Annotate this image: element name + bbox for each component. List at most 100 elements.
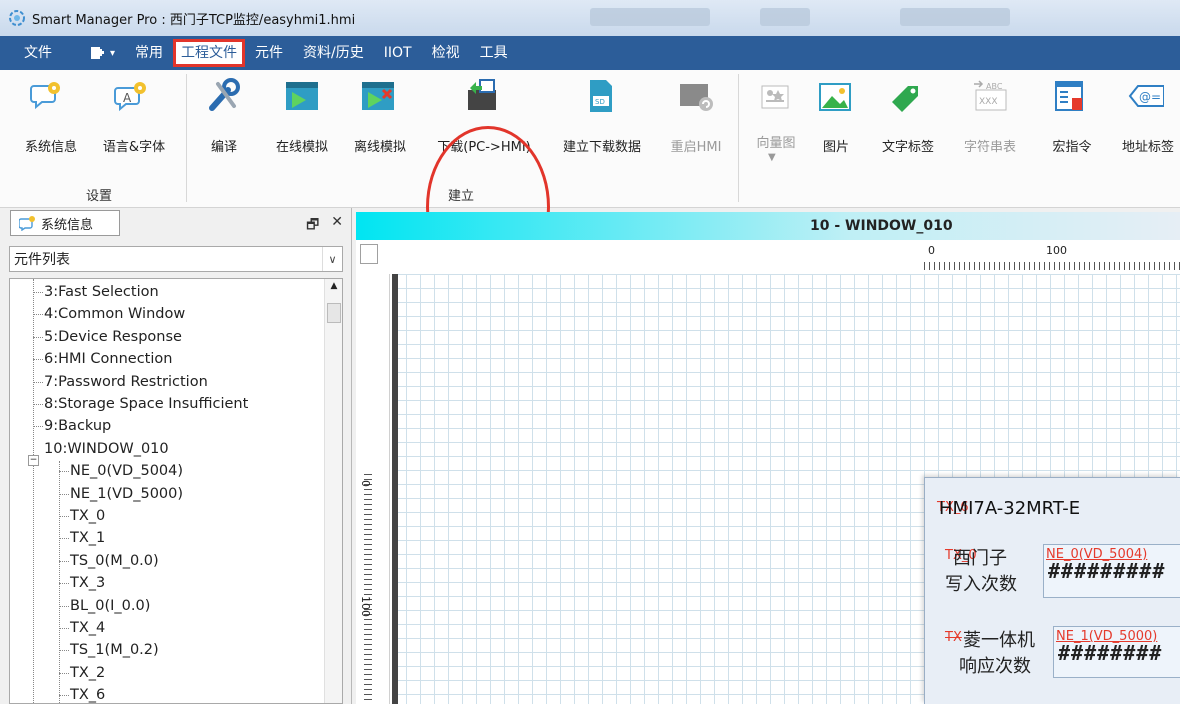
macro-icon	[1055, 81, 1083, 111]
macro-label: 宏指令	[1052, 140, 1092, 155]
sysinfo-button[interactable]	[28, 76, 68, 116]
model-label[interactable]: HMI7A-32MRT-E	[939, 498, 1080, 519]
group-setup-label: 设置	[86, 189, 113, 204]
dropdown-icon[interactable]: ▾	[110, 48, 115, 59]
macro-button[interactable]	[1050, 76, 1090, 116]
offline-sim-button[interactable]	[358, 76, 398, 116]
hmi-window-preview[interactable]: TX_6 HMI7A-32MRT-E TX_0 西门子 写入次数 NE_0(VD…	[924, 477, 1180, 704]
collapse-icon[interactable]: −	[28, 455, 39, 466]
tree-item[interactable]: NE_1(VD_5000)	[59, 483, 183, 505]
panel-tab[interactable]: 系统信息	[10, 210, 120, 236]
language-font-icon: A	[114, 82, 146, 112]
element-list-select[interactable]: 元件列表 ∨	[9, 246, 343, 272]
string-table-button[interactable]: ABC XXX	[970, 76, 1010, 116]
download-button[interactable]	[462, 76, 502, 116]
tree-item[interactable]: TX_6	[59, 684, 106, 704]
menu-common[interactable]: 常用	[125, 39, 173, 67]
tree-item[interactable]: BL_0(I_0.0)	[59, 595, 150, 617]
new-file-icon[interactable]	[90, 46, 104, 60]
string-table-label: 字符串表	[963, 140, 1017, 155]
row2-label[interactable]: 响应次数	[959, 652, 1031, 678]
ruler-ticks	[924, 262, 1180, 270]
system-info-icon	[30, 82, 60, 110]
menu-view[interactable]: 检视	[422, 39, 470, 67]
group-separator	[738, 74, 739, 202]
text-tag-button[interactable]	[886, 76, 926, 116]
tree-item[interactable]: TS_1(M_0.2)	[59, 639, 159, 661]
scrollbar[interactable]: ▲	[324, 279, 342, 703]
tree-item-label: TX_6	[70, 687, 106, 704]
tree-item-label: 5:Device Response	[44, 328, 182, 345]
tree-item[interactable]: NE_0(VD_5004)	[59, 460, 183, 482]
tree-item-label: 3:Fast Selection	[44, 284, 159, 300]
tree-line	[59, 672, 69, 674]
chevron-down-icon[interactable]: ∨	[322, 247, 342, 271]
scroll-up-icon[interactable]: ▲	[326, 281, 342, 295]
tree-line	[33, 381, 43, 383]
tree-item[interactable]: 4:Common Window	[33, 303, 185, 325]
system-info-icon	[19, 216, 35, 231]
tree-line	[33, 314, 43, 316]
window-title-bar: 10 - WINDOW_010	[356, 212, 1180, 240]
close-icon[interactable]: ✕	[331, 214, 343, 238]
tree-item[interactable]: 9:Backup	[33, 415, 112, 437]
tree-line	[59, 695, 69, 697]
tree-item[interactable]: 5:Device Response	[33, 326, 182, 348]
reboot-hmi-button[interactable]	[676, 76, 716, 116]
text-object-overlay[interactable]: TX	[945, 630, 962, 645]
menu-elements[interactable]: 元件	[245, 39, 293, 67]
tree-item[interactable]: TX_0	[59, 505, 106, 527]
numeric-entry-response-count[interactable]: NE_1(VD_5000) ########	[1053, 626, 1180, 678]
compile-button[interactable]	[204, 76, 244, 116]
row1-label[interactable]: 写入次数	[945, 570, 1017, 596]
online-sim-label: 在线模拟	[275, 140, 329, 155]
title-bar: Smart Manager Pro : 西门子TCP监控/easyhmi1.hm…	[0, 0, 1180, 36]
blurred-region	[590, 8, 710, 26]
build-download-data-button[interactable]: SD	[580, 76, 620, 116]
tree-item[interactable]: 3:Fast Selection	[33, 281, 159, 303]
row2-label[interactable]: 菱一体机	[963, 626, 1035, 652]
tree-item[interactable]: TX_3	[59, 572, 105, 594]
quick-access[interactable]: ▾	[80, 46, 125, 60]
menu-data-history[interactable]: 资料/历史	[293, 39, 374, 67]
tree-line	[59, 516, 69, 517]
vector-button[interactable]	[756, 76, 796, 116]
tree-item-label: TX_0	[70, 508, 106, 524]
app-icon	[9, 10, 25, 26]
menu-iiot[interactable]: IIOT	[374, 39, 422, 67]
menu-tools[interactable]: 工具	[470, 39, 518, 67]
tree-item-label: TX_2	[70, 664, 106, 681]
row1-label[interactable]: 西门子	[953, 544, 1007, 570]
tree-item[interactable]: 6:HMI Connection	[33, 348, 172, 370]
ruler-label: 100	[359, 596, 372, 617]
tree-item[interactable]: TX_2	[59, 662, 106, 684]
ruler-corner-icon[interactable]	[360, 244, 378, 264]
tree-item[interactable]: 7:Password Restriction	[33, 371, 208, 393]
address-tag-button[interactable]: @=	[1124, 76, 1164, 116]
svg-text:XXX: XXX	[979, 97, 998, 107]
numeric-entry-write-count[interactable]: NE_0(VD_5004) #########	[1043, 544, 1180, 598]
lang-font-button[interactable]: A	[112, 76, 152, 116]
tree-line	[59, 538, 69, 540]
offline-sim-label: 离线模拟	[353, 140, 407, 155]
tree-item[interactable]: TX_4	[59, 617, 105, 639]
tree-item[interactable]: TX_1	[59, 527, 105, 549]
tree-item-label: 9:Backup	[44, 418, 112, 435]
float-icon[interactable]: 🗗	[306, 214, 319, 238]
tree-item[interactable]: 8:Storage Space Insufficient	[33, 393, 248, 415]
vector-dropdown-icon[interactable]: ▼	[768, 152, 776, 163]
build-download-data-label: 建立下载数据	[562, 140, 642, 155]
menu-file[interactable]: 文件	[14, 39, 62, 67]
tree-line	[33, 404, 43, 405]
tree-item[interactable]: 10:WINDOW_010	[44, 438, 169, 460]
tree-item[interactable]: TS_0(M_0.0)	[59, 550, 159, 572]
element-tree[interactable]: − 3:Fast Selection 4:Common Window 5:Devic…	[9, 278, 343, 704]
online-sim-button[interactable]	[282, 76, 322, 116]
scroll-thumb[interactable]	[327, 303, 341, 323]
tree-line	[33, 279, 34, 703]
svg-text:SD: SD	[595, 98, 605, 106]
select-value: 元件列表	[14, 252, 70, 268]
tree-line	[59, 628, 69, 629]
picture-button[interactable]	[816, 76, 856, 116]
menu-project[interactable]: 工程文件	[173, 39, 246, 67]
